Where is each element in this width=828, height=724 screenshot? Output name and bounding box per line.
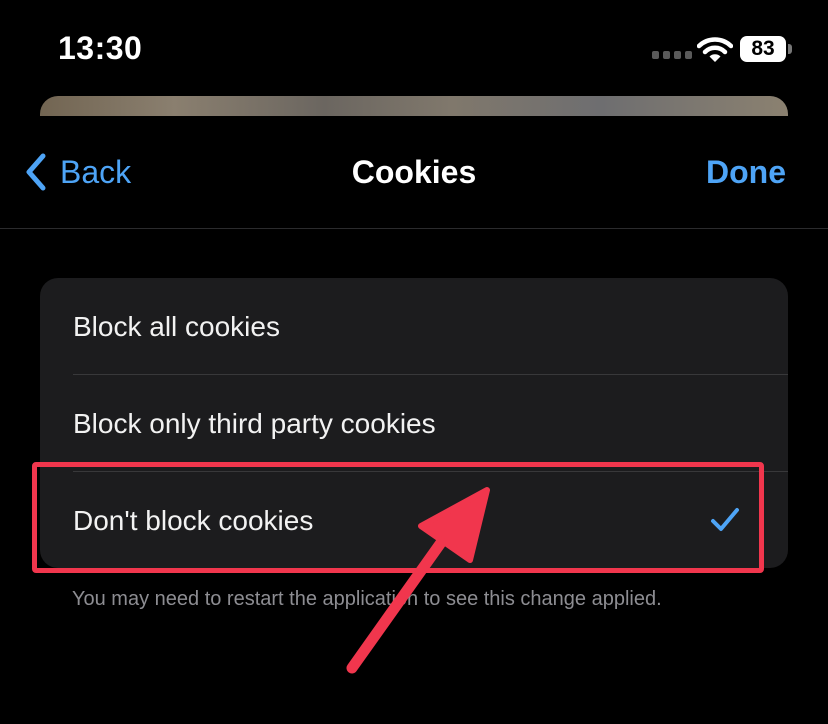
background-sheet-image [40, 96, 788, 116]
cookie-options-list: Block all cookies Block only third party… [40, 278, 788, 568]
option-block-third-party-cookies[interactable]: Block only third party cookies [40, 375, 788, 472]
wifi-icon [697, 37, 733, 62]
restart-note: You may need to restart the application … [72, 588, 662, 610]
checkmark-icon [711, 508, 739, 531]
cellular-signal-icon [652, 51, 692, 59]
option-block-all-cookies[interactable]: Block all cookies [40, 278, 788, 375]
battery-level: 83 [740, 36, 786, 62]
page-title: Cookies [351, 154, 477, 190]
option-label: Don't block cookies [73, 505, 314, 536]
option-label: Block only third party cookies [73, 408, 436, 439]
battery-icon: 83 [740, 36, 794, 64]
status-bar: 13:30 83 [0, 0, 828, 96]
option-label: Block all cookies [73, 311, 280, 342]
status-time: 13:30 [58, 30, 143, 66]
option-dont-block-cookies[interactable]: Don't block cookies [40, 472, 788, 568]
done-button[interactable]: Done [706, 152, 786, 192]
navigation-bar: Back Cookies Done [0, 116, 828, 229]
